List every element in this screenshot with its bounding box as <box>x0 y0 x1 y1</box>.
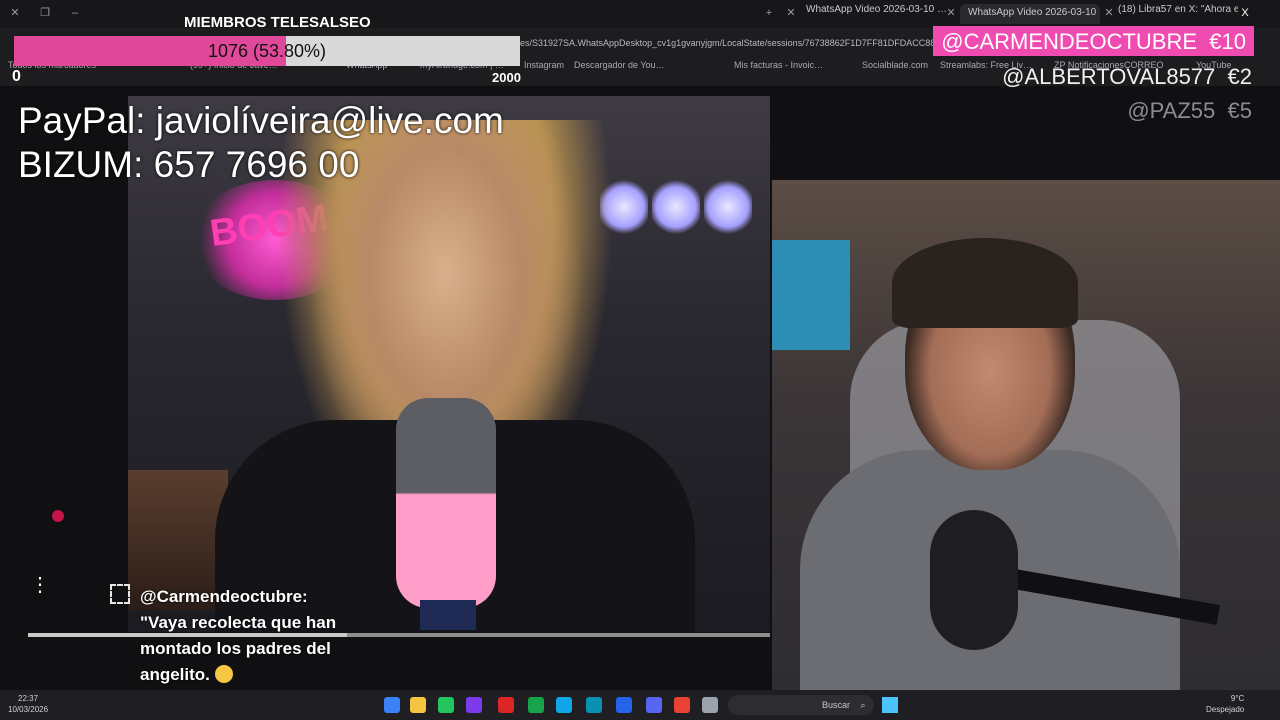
app-icon[interactable] <box>498 697 514 713</box>
donor-top: @CARMENDEOCTUBRE €10 <box>933 26 1254 56</box>
fullscreen-icon[interactable] <box>110 584 130 604</box>
edge-icon[interactable] <box>586 697 602 713</box>
donor-amount: €10 <box>1209 29 1246 54</box>
taskbar-search[interactable]: Buscar ⌕ <box>728 695 874 715</box>
bookmark-socialblade[interactable]: Socialblade.com <box>862 60 928 70</box>
host-microphone <box>930 510 1018 650</box>
guest-microphone <box>396 398 496 608</box>
eye-roll-emoji-icon <box>214 665 233 683</box>
bizum-info: BIZUM: 657 7696 00 <box>18 144 360 185</box>
file-explorer-icon[interactable] <box>410 697 426 713</box>
task-view-icon[interactable] <box>702 697 718 713</box>
more-vertical-icon[interactable]: ⋮ <box>30 575 50 608</box>
search-icon: ⌕ <box>860 700 866 710</box>
donor-amount: €2 <box>1227 64 1252 89</box>
app-icon[interactable] <box>466 697 482 713</box>
minimize-icon[interactable]: – <box>68 6 82 20</box>
app-icon[interactable] <box>528 697 544 713</box>
tab-x-libra57[interactable]: (18) Libra57 en X: "Ahora es m… <box>1118 4 1238 24</box>
goal-max: 2000 <box>492 70 521 85</box>
windows-start-icon[interactable] <box>882 697 898 713</box>
weather-condition: Despejado <box>1206 705 1245 714</box>
x-logo-icon: X <box>1241 7 1249 19</box>
clock-time: 22:37 <box>18 694 39 703</box>
close-icon[interactable]: ✕ <box>8 6 22 20</box>
bookmark-facturas[interactable]: Mis facturas - Invoic… <box>734 60 823 70</box>
background-monitor <box>772 240 850 350</box>
discord-icon[interactable] <box>646 697 662 713</box>
chat-username: @Carmendeoctubre: <box>140 587 308 606</box>
clock-date: 10/03/2026 <box>8 705 49 714</box>
search-label: Buscar <box>822 700 851 710</box>
whatsapp-icon[interactable] <box>438 697 454 713</box>
hex-light <box>704 180 752 234</box>
tab-close-icon[interactable]: ✕ <box>784 6 798 20</box>
address-bar[interactable]: es/S31927SA.WhatsAppDesktop_cv1g1gvanyjg… <box>520 32 960 54</box>
mic-stand <box>420 600 476 630</box>
donor-second: @ALBERTOVAL8577 €2 <box>1002 64 1252 90</box>
goal-min: 0 <box>12 68 21 85</box>
host-hair <box>892 238 1078 328</box>
donor-name: @CARMENDEOCTUBRE <box>941 29 1198 54</box>
new-tab-icon[interactable]: + <box>762 6 776 20</box>
record-indicator <box>52 510 64 522</box>
taskbar: 22:37 10/03/2026 Buscar ⌕ 9°C Despejado <box>0 690 1280 720</box>
goal-progress-bar: 1076 (53.80%) <box>14 36 520 66</box>
mail-icon[interactable] <box>616 697 632 713</box>
tab-close-icon[interactable]: ✕ <box>944 6 958 20</box>
chrome-icon[interactable] <box>674 697 690 713</box>
donor-name: @PAZ55 <box>1127 98 1216 123</box>
taskbar-clock[interactable]: 22:37 10/03/2026 <box>8 693 48 715</box>
tab-url-fragment[interactable] <box>530 4 730 24</box>
donor-third: @PAZ55 €5 <box>1127 98 1252 124</box>
app-icon[interactable] <box>384 697 400 713</box>
bookmark-descargador[interactable]: Descargador de You… <box>574 60 665 70</box>
donor-name: @ALBERTOVAL8577 <box>1002 64 1216 89</box>
stream-frame: ✕ ❐ – + ✕ WhatsApp Video 2026-03-10 … ✕ … <box>0 0 1280 720</box>
tab-whatsapp-video-1[interactable]: WhatsApp Video 2026-03-10 <box>960 4 1100 24</box>
weather-widget[interactable]: 9°C Despejado <box>1206 693 1244 715</box>
donor-amount: €5 <box>1227 98 1252 123</box>
tab-whatsapp-video-2[interactable]: WhatsApp Video 2026-03-10 … <box>806 4 946 24</box>
bookmark-instagram[interactable]: Instagram <box>524 60 564 70</box>
paypal-info: PayPal: javiolíveira@live.com <box>18 100 504 141</box>
restore-icon[interactable]: ❐ <box>38 6 52 20</box>
goal-progress-label: 1076 (53.80%) <box>207 41 327 61</box>
weather-temp: 9°C <box>1230 694 1245 703</box>
tab-close-icon[interactable]: ✕ <box>1102 6 1116 20</box>
goal-title: MIEMBROS TELESALSEO <box>184 14 371 31</box>
app-icon[interactable] <box>556 697 572 713</box>
chat-text: "Vaya recolecta que han montado los padr… <box>140 613 337 684</box>
